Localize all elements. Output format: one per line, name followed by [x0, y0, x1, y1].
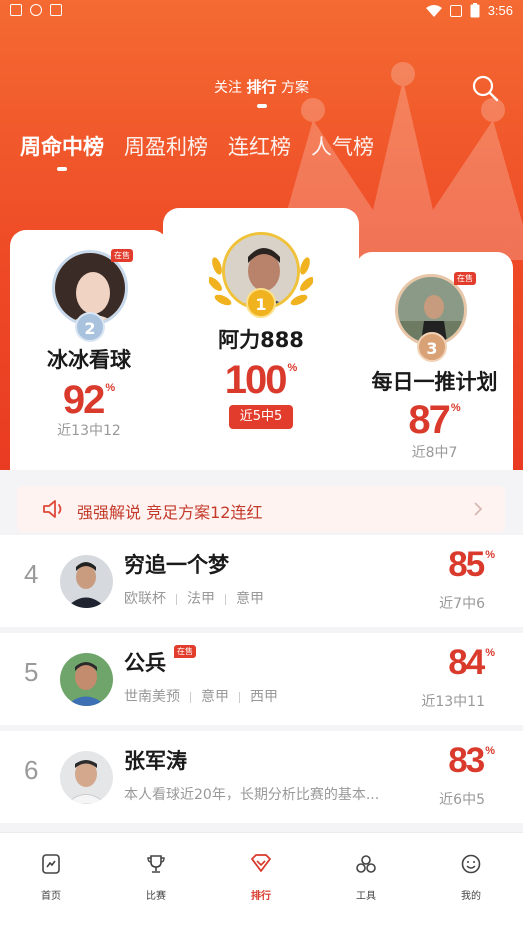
- status-time: 3:56: [487, 3, 513, 18]
- avatar: [60, 555, 113, 608]
- tab-weekly-profit[interactable]: 周盈利榜: [124, 131, 208, 161]
- hit-rate: 83%: [448, 741, 495, 780]
- list-item[interactable]: 5 公兵 在售 世南美预 意甲 西甲 84% 近13中11: [0, 633, 523, 725]
- hit-record-badge: 近5中5: [229, 405, 293, 429]
- podium-third[interactable]: 在售 3 每日一推计划 87% 近8中7: [356, 252, 513, 470]
- no-sim-icon: [449, 4, 462, 17]
- podium-first[interactable]: 1 阿力888 100% 近5中5: [163, 208, 359, 470]
- tipster-name: 公兵: [124, 651, 166, 675]
- bottom-nav: 首页 比赛 排行 工具 我的: [0, 832, 523, 930]
- league-tags: 欧联杯 法甲 意甲: [124, 591, 264, 607]
- tipster-name: 张军涛: [124, 749, 187, 773]
- hit-rate: 92%: [62, 378, 116, 422]
- avatar: [60, 653, 113, 706]
- nav-home[interactable]: 首页: [16, 853, 86, 902]
- rank-number: 6: [24, 755, 39, 785]
- hit-rate: 85%: [448, 545, 495, 584]
- silver-medal-icon: 2: [75, 312, 105, 342]
- on-sale-badge: 在售: [174, 645, 196, 658]
- podium-second[interactable]: 在售 2 冰冰看球 92% 近13中12: [10, 230, 168, 470]
- tools-icon: [356, 855, 376, 873]
- notice-text: 强强解说 竞足方案12连红: [77, 503, 263, 522]
- hit-rate: 100%: [224, 358, 298, 402]
- nav-ranking[interactable]: 排行: [226, 853, 296, 902]
- hit-record: 近7中6: [439, 596, 485, 612]
- tipster-description: 本人看球近20年，长期分析比赛的基本...: [124, 787, 380, 803]
- smile-icon: [461, 854, 481, 874]
- nav-tools[interactable]: 工具: [331, 853, 401, 902]
- hit-record: 近8中7: [411, 445, 458, 461]
- on-sale-badge: 在售: [454, 272, 476, 285]
- page-title: 关注 排行 方案: [214, 78, 309, 96]
- chevron-right-icon: [474, 502, 483, 516]
- rank-icon: [251, 854, 271, 872]
- hit-record: 近13中12: [57, 423, 121, 439]
- hit-record: 近6中5: [439, 792, 485, 808]
- battery-icon: [470, 3, 480, 18]
- gold-medal-icon: 1: [246, 288, 276, 318]
- league-tags: 世南美预 意甲 西甲: [124, 689, 278, 705]
- notification-icon: [10, 4, 22, 16]
- search-icon[interactable]: [471, 74, 499, 102]
- notice-banner[interactable]: 强强解说 竞足方案12连红: [17, 486, 505, 532]
- list-item[interactable]: 6 张军涛 本人看球近20年，长期分析比赛的基本... 83% 近6中5: [0, 731, 523, 823]
- avatar: [60, 751, 113, 804]
- app-icon: [50, 4, 62, 16]
- hero-banner: 3:56 关注 排行 方案 周命中榜 周盈利榜 连红榜 人气榜 在售 2 冰冰看…: [0, 0, 523, 470]
- bronze-medal-icon: 3: [417, 332, 447, 362]
- title-indicator: [257, 104, 267, 108]
- rank-number: 5: [24, 657, 39, 687]
- tipster-name: 每日一推计划: [371, 370, 498, 394]
- tipster-name: 阿力888: [218, 328, 304, 352]
- tab-weekly-hit[interactable]: 周命中榜: [20, 131, 104, 171]
- nav-matches[interactable]: 比赛: [121, 853, 191, 902]
- tab-winning-streak[interactable]: 连红榜: [228, 131, 291, 161]
- list-item[interactable]: 4 穷追一个梦 欧联杯 法甲 意甲 85% 近7中6: [0, 535, 523, 627]
- status-bar: 3:56: [0, 0, 523, 24]
- tipster-name: 穷追一个梦: [124, 553, 229, 577]
- tipster-name: 冰冰看球: [47, 348, 131, 372]
- speaker-icon: [43, 500, 62, 518]
- message-icon: [30, 4, 42, 16]
- nav-profile[interactable]: 我的: [436, 853, 506, 902]
- hit-record: 近13中11: [421, 694, 485, 710]
- on-sale-badge: 在售: [111, 249, 133, 262]
- chart-icon: [42, 854, 60, 874]
- trophy-icon: [147, 855, 165, 873]
- wifi-icon: [425, 4, 442, 17]
- rank-number: 4: [24, 559, 39, 589]
- hit-rate: 84%: [448, 643, 495, 682]
- ranking-tabs: 周命中榜 周盈利榜 连红榜 人气榜: [20, 131, 394, 171]
- hit-rate: 87%: [408, 398, 461, 442]
- tab-popularity[interactable]: 人气榜: [311, 131, 374, 161]
